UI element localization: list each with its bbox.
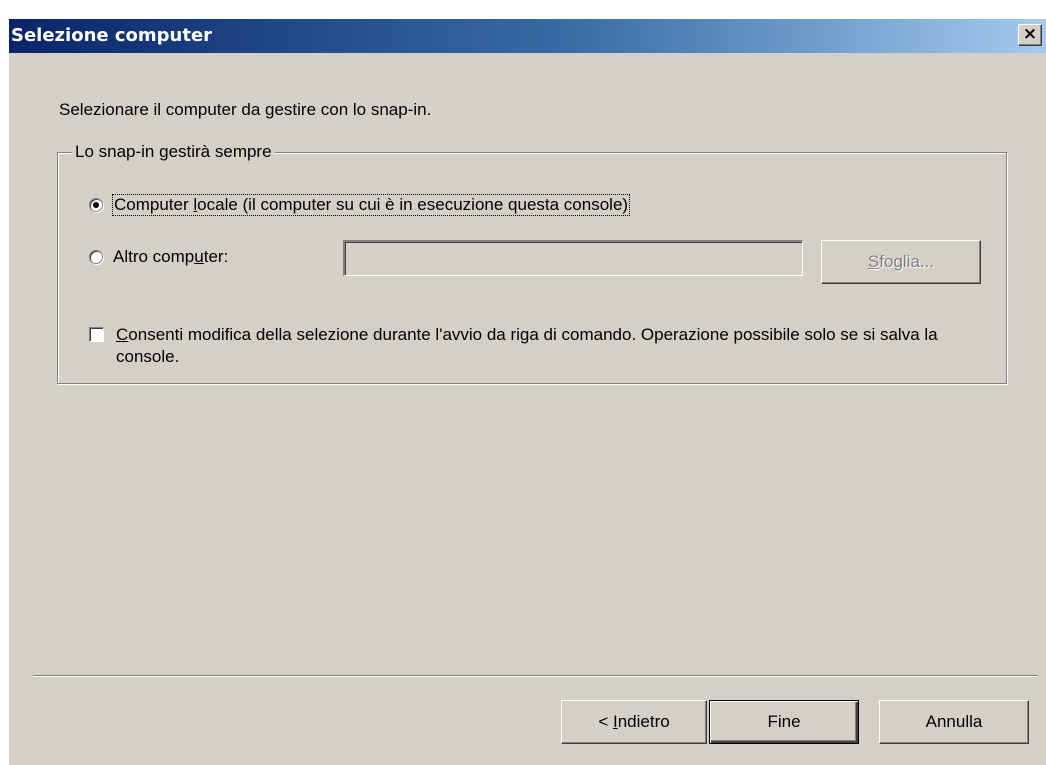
radio-local-computer-label[interactable]: Computer locale (il computer su cui è in… bbox=[111, 194, 631, 216]
browse-button-label: Sfoglia... bbox=[867, 252, 935, 271]
other-computer-input[interactable] bbox=[343, 240, 803, 276]
group-legend: Lo snap-in gestirà sempre bbox=[72, 142, 275, 162]
window-title: Selezione computer bbox=[11, 25, 213, 46]
allow-change-option[interactable]: Consenti modifica della selezione durant… bbox=[89, 324, 976, 368]
radio-other-computer-button[interactable] bbox=[89, 250, 103, 264]
back-button-label: < Indietro bbox=[598, 712, 670, 731]
cancel-button[interactable]: Annulla bbox=[879, 700, 1029, 744]
allow-change-label[interactable]: Consenti modifica della selezione durant… bbox=[116, 324, 976, 368]
radio-other-computer-label[interactable]: Altro computer: bbox=[113, 247, 228, 267]
title-bar[interactable]: Selezione computer × bbox=[9, 19, 1046, 53]
finish-button[interactable]: Fine bbox=[709, 700, 859, 744]
footer-separator bbox=[33, 675, 1038, 677]
close-button[interactable]: × bbox=[1018, 24, 1042, 46]
close-icon: × bbox=[1022, 24, 1038, 44]
radio-local-computer-button[interactable] bbox=[89, 198, 103, 212]
intro-text: Selezionare il computer da gestire con l… bbox=[59, 100, 432, 119]
dialog-window: Selezione computer × Selezionare il comp… bbox=[8, 18, 1046, 765]
allow-change-checkbox[interactable] bbox=[89, 327, 104, 342]
finish-button-label: Fine bbox=[767, 712, 801, 731]
back-button[interactable]: < Indietro bbox=[561, 700, 707, 744]
cancel-button-label: Annulla bbox=[925, 712, 983, 731]
radio-local-computer[interactable]: Computer locale (il computer su cui è in… bbox=[89, 194, 631, 216]
browse-button[interactable]: Sfoglia... bbox=[821, 240, 981, 284]
radio-other-computer[interactable]: Altro computer: bbox=[89, 247, 228, 267]
